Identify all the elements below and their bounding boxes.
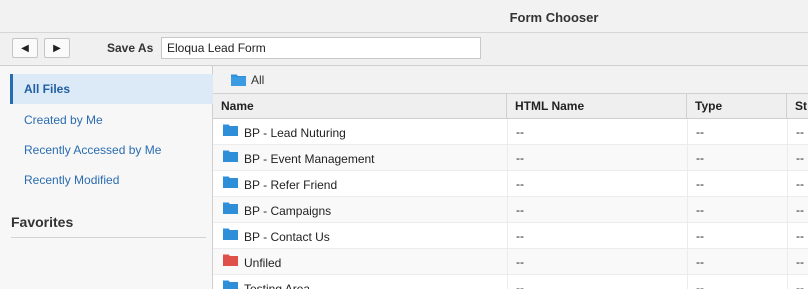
name-cell: BP - Campaigns <box>213 197 507 223</box>
sidebar-item-recently-accessed[interactable]: Recently Accessed by Me <box>10 135 213 165</box>
status-cell: -- <box>787 223 808 249</box>
folder-icon <box>223 223 238 249</box>
table-row[interactable]: BP - Campaigns -- -- -- <box>213 197 808 223</box>
toolbar: ◀ ▶ Save As <box>0 33 808 66</box>
table-row[interactable]: Unfiled -- -- -- <box>213 249 808 275</box>
table-row[interactable]: Testing Area -- -- -- <box>213 275 808 289</box>
name-cell: BP - Lead Nuturing <box>213 119 507 145</box>
file-browser: All Name HTML Name Type St BP - Lead Nut… <box>213 66 808 289</box>
table-row[interactable]: BP - Event Management -- -- -- <box>213 145 808 171</box>
table-header: Name HTML Name Type St <box>213 94 808 119</box>
breadcrumb: All <box>213 66 808 94</box>
back-arrow-icon: ◀ <box>21 42 29 54</box>
folder-icon <box>223 275 238 289</box>
folder-icon <box>223 171 238 197</box>
folder-name: Testing Area <box>244 281 311 289</box>
column-header-status[interactable]: St <box>787 94 808 119</box>
name-cell: Unfiled <box>213 249 507 275</box>
sidebar-item-all-files[interactable]: All Files <box>10 74 213 104</box>
status-cell: -- <box>787 197 808 223</box>
status-cell: -- <box>787 249 808 275</box>
html-name-cell: -- <box>507 249 687 275</box>
folder-icon <box>223 119 238 145</box>
html-name-cell: -- <box>507 275 687 289</box>
folder-name: BP - Lead Nuturing <box>244 125 346 140</box>
type-cell: -- <box>687 119 787 145</box>
sidebar: All Files Created by Me Recently Accesse… <box>0 66 213 289</box>
html-name-cell: -- <box>507 119 687 145</box>
folder-icon <box>223 197 238 223</box>
status-cell: -- <box>787 119 808 145</box>
sidebar-item-recently-modified[interactable]: Recently Modified <box>10 165 213 195</box>
column-header-html-name[interactable]: HTML Name <box>507 94 687 119</box>
folder-name: BP - Refer Friend <box>244 177 338 192</box>
file-list: BP - Lead Nuturing -- -- -- BP - Event Manag… <box>213 119 808 289</box>
folder-icon <box>231 73 246 89</box>
favorites-divider <box>11 237 206 238</box>
status-cell: -- <box>787 171 808 197</box>
table-row[interactable]: BP - Lead Nuturing -- -- -- <box>213 119 808 145</box>
forward-arrow-icon: ▶ <box>53 42 61 54</box>
title-bar: Form Chooser <box>0 0 808 33</box>
sidebar-item-created-by-me[interactable]: Created by Me <box>10 105 213 135</box>
folder-name: BP - Contact Us <box>244 229 330 244</box>
column-header-name[interactable]: Name <box>213 94 507 119</box>
folder-icon <box>223 145 238 171</box>
folder-name: BP - Campaigns <box>244 203 332 218</box>
type-cell: -- <box>687 223 787 249</box>
name-cell: BP - Refer Friend <box>213 171 507 197</box>
html-name-cell: -- <box>507 171 687 197</box>
status-cell: -- <box>787 275 808 289</box>
type-cell: -- <box>687 275 787 289</box>
column-header-type[interactable]: Type <box>687 94 787 119</box>
html-name-cell: -- <box>507 223 687 249</box>
save-as-input[interactable] <box>161 37 481 59</box>
type-cell: -- <box>687 197 787 223</box>
favorites-heading: Favorites <box>11 214 74 230</box>
html-name-cell: -- <box>507 145 687 171</box>
html-name-cell: -- <box>507 197 687 223</box>
folder-name: Unfiled <box>244 255 282 270</box>
type-cell: -- <box>687 171 787 197</box>
back-button[interactable]: ◀ <box>12 38 38 58</box>
type-cell: -- <box>687 145 787 171</box>
table-row[interactable]: BP - Contact Us -- -- -- <box>213 223 808 249</box>
name-cell: BP - Contact Us <box>213 223 507 249</box>
type-cell: -- <box>687 249 787 275</box>
window-title: Form Chooser <box>509 10 599 25</box>
name-cell: Testing Area <box>213 275 507 289</box>
folder-name: BP - Event Management <box>244 151 375 166</box>
breadcrumb-all[interactable]: All <box>251 73 264 87</box>
name-cell: BP - Event Management <box>213 145 507 171</box>
status-cell: -- <box>787 145 808 171</box>
forward-button[interactable]: ▶ <box>44 38 70 58</box>
save-as-label: Save As <box>107 41 154 55</box>
folder-icon <box>223 249 238 275</box>
table-row[interactable]: BP - Refer Friend -- -- -- <box>213 171 808 197</box>
